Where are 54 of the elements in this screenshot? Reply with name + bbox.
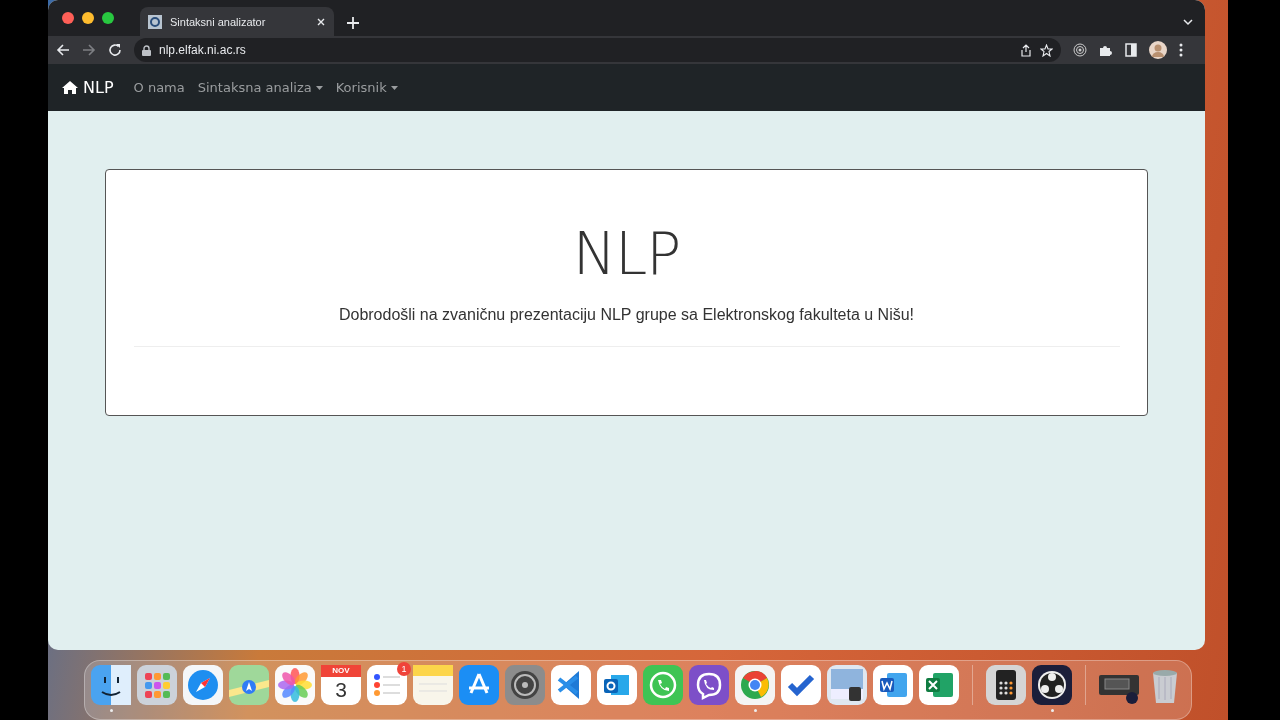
nav-link[interactable]: O nama [133,80,185,95]
home-icon [62,81,78,94]
puzzle-icon[interactable] [1099,43,1113,57]
minimize-window-button[interactable] [82,12,94,24]
checklist-icon[interactable] [367,665,407,705]
calendar-month: NOV [332,665,350,677]
circle-logo-icon[interactable] [1032,665,1072,705]
reload-icon[interactable] [108,43,122,57]
chevron-down-icon[interactable] [1183,18,1193,26]
address-bar[interactable]: nlp.elfak.ni.ac.rs [134,38,1061,62]
tab-title: Sintaksni analizator [170,15,267,28]
site-logo-icon [148,14,162,29]
hero-title: NLP [572,220,681,288]
browser-tab[interactable]: Sintaksni analizator [140,7,334,36]
close-tab-icon[interactable] [316,16,326,27]
phone-bubble-icon[interactable] [643,665,683,705]
maximize-window-button[interactable] [102,12,114,24]
nav-link[interactable]: Korisnik [335,80,398,95]
map-icon[interactable] [229,665,269,705]
calculator-icon[interactable] [986,665,1026,705]
notification-badge: 1 [397,662,411,676]
flower-icon[interactable] [275,665,315,705]
calendar-day: 3 [335,677,347,703]
compass-icon[interactable] [183,665,223,705]
share-icon[interactable] [1020,43,1032,57]
mail-app-icon[interactable] [597,665,637,705]
caret-icon [315,85,323,90]
back-icon[interactable] [56,43,70,57]
browser-logo-icon[interactable] [735,665,775,705]
lock-icon [142,44,151,56]
document-app-icon[interactable] [873,665,913,705]
calendar-icon[interactable] [321,665,361,705]
caret-icon [390,85,398,90]
photo-viewer-icon[interactable] [827,665,867,705]
new-tab-icon[interactable] [346,16,360,30]
avatar-icon[interactable] [1149,41,1167,59]
forward-icon[interactable] [82,43,96,57]
more-menu-icon[interactable] [1179,43,1183,57]
star-icon[interactable] [1040,43,1053,57]
gear-icon[interactable] [505,665,545,705]
brand-name: NLP [83,78,114,97]
target-icon[interactable] [1073,43,1087,57]
app-store-icon[interactable] [459,665,499,705]
welcome-text: Dobrodošli na zvaničnu prezentaciju NLP grupe sa Elektronskog fakulteta u Nišu! [338,306,915,324]
close-window-button[interactable] [62,12,74,24]
spreadsheet-app-icon[interactable] [919,665,959,705]
nav-link[interactable]: Sintaksna analiza [197,80,323,95]
grid-icon[interactable] [137,665,177,705]
smiley-face-icon[interactable] [91,665,131,705]
side-panel-icon[interactable] [1125,43,1137,57]
checkmark-icon[interactable] [781,665,821,705]
code-editor-icon[interactable] [551,665,591,705]
brand-link[interactable]: NLP [62,78,114,97]
phone-bubble-icon[interactable] [689,665,729,705]
